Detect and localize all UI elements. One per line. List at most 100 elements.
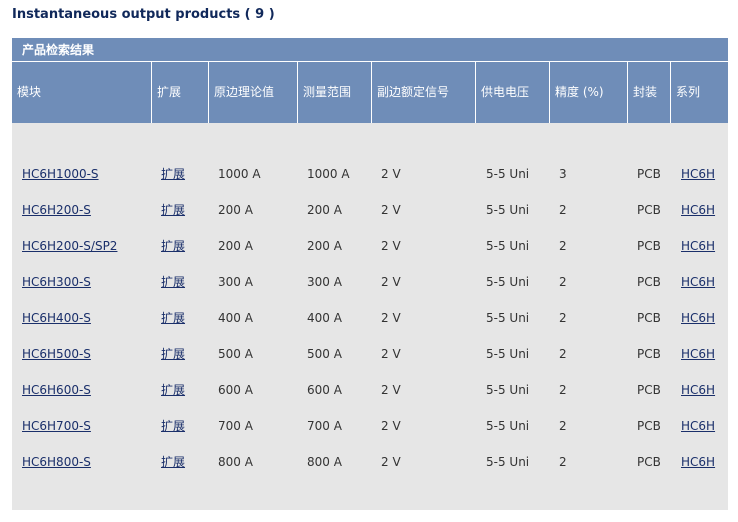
series-link[interactable]: HC6H — [681, 228, 715, 264]
supply-voltage-cell: 5-5 Uni — [486, 203, 530, 217]
supply-voltage-cell: 5-5 Uni — [486, 167, 530, 181]
measuring-range-cell: 800 A — [307, 455, 342, 469]
accuracy-cell: 2 — [559, 383, 567, 397]
package-cell: PCB — [637, 203, 661, 217]
page-title: Instantaneous output products ( 9 ) — [12, 7, 275, 22]
extension-link[interactable]: 扩展 — [161, 300, 185, 336]
package-cell: PCB — [637, 383, 661, 397]
accuracy-cell: 2 — [559, 203, 567, 217]
accuracy-cell: 2 — [559, 419, 567, 433]
table-row: HC6H300-S 扩展 300 A 300 A 2 V 5-5 Uni 2 PCB HC6H — [12, 264, 728, 300]
table-row: HC6H700-S 扩展 700 A 700 A 2 V 5-5 Uni 2 PCB HC6H — [12, 408, 728, 444]
column-header-extension: 扩展 — [151, 62, 208, 123]
primary-nominal-cell: 500 A — [218, 347, 253, 361]
output-signal-cell: 2 V — [381, 203, 401, 217]
measuring-range-cell: 200 A — [307, 239, 342, 253]
extension-link[interactable]: 扩展 — [161, 372, 185, 408]
output-signal-cell: 2 V — [381, 347, 401, 361]
supply-voltage-cell: 5-5 Uni — [486, 311, 530, 325]
extension-link[interactable]: 扩展 — [161, 228, 185, 264]
column-header-supply-voltage: 供电电压 — [475, 62, 549, 123]
extension-link[interactable]: 扩展 — [161, 264, 185, 300]
output-signal-cell: 2 V — [381, 311, 401, 325]
primary-nominal-cell: 600 A — [218, 383, 253, 397]
column-header-model: 模块 — [17, 85, 42, 99]
series-link[interactable]: HC6H — [681, 444, 715, 480]
package-cell: PCB — [637, 167, 661, 181]
model-link[interactable]: HC6H400-S — [22, 300, 91, 336]
accuracy-cell: 2 — [559, 347, 567, 361]
accuracy-cell: 2 — [559, 455, 567, 469]
primary-nominal-cell: 400 A — [218, 311, 253, 325]
results-panel: 产品检索结果 模块 扩展 原边理论值 测量范围 副边额定信号 供电电压 精度 (… — [12, 38, 728, 510]
model-link[interactable]: HC6H600-S — [22, 372, 91, 408]
package-cell: PCB — [637, 239, 661, 253]
output-signal-cell: 2 V — [381, 419, 401, 433]
series-link[interactable]: HC6H — [681, 336, 715, 372]
model-link[interactable]: HC6H700-S — [22, 408, 91, 444]
column-header-measuring-range: 测量范围 — [297, 62, 371, 123]
measuring-range-cell: 400 A — [307, 311, 342, 325]
series-link[interactable]: HC6H — [681, 192, 715, 228]
measuring-range-cell: 1000 A — [307, 167, 350, 181]
package-cell: PCB — [637, 347, 661, 361]
model-link[interactable]: HC6H200-S — [22, 192, 91, 228]
extension-link[interactable]: 扩展 — [161, 444, 185, 480]
table-row: HC6H500-S 扩展 500 A 500 A 2 V 5-5 Uni 2 PCB HC6H — [12, 336, 728, 372]
column-header-package: 封装 — [627, 62, 670, 123]
supply-voltage-cell: 5-5 Uni — [486, 383, 530, 397]
model-link[interactable]: HC6H500-S — [22, 336, 91, 372]
model-link[interactable]: HC6H1000-S — [22, 156, 99, 192]
table-row: HC6H800-S 扩展 800 A 800 A 2 V 5-5 Uni 2 PCB HC6H — [12, 444, 728, 480]
supply-voltage-cell: 5-5 Uni — [486, 419, 530, 433]
package-cell: PCB — [637, 455, 661, 469]
column-header-output-signal: 副边额定信号 — [371, 62, 475, 123]
measuring-range-cell: 500 A — [307, 347, 342, 361]
extension-link[interactable]: 扩展 — [161, 192, 185, 228]
supply-voltage-cell: 5-5 Uni — [486, 455, 530, 469]
extension-link[interactable]: 扩展 — [161, 336, 185, 372]
supply-voltage-cell: 5-5 Uni — [486, 275, 530, 289]
output-signal-cell: 2 V — [381, 455, 401, 469]
supply-voltage-cell: 5-5 Uni — [486, 239, 530, 253]
accuracy-cell: 2 — [559, 275, 567, 289]
table-row: HC6H200-S 扩展 200 A 200 A 2 V 5-5 Uni 2 PCB HC6H — [12, 192, 728, 228]
output-signal-cell: 2 V — [381, 383, 401, 397]
table-row: HC6H1000-S 扩展 1000 A 1000 A 2 V 5-5 Uni 3 PCB HC… — [12, 156, 728, 192]
measuring-range-cell: 300 A — [307, 275, 342, 289]
column-header-series: 系列 — [670, 62, 728, 123]
primary-nominal-cell: 200 A — [218, 203, 253, 217]
table-row: HC6H200-S/SP2 扩展 200 A 200 A 2 V 5-5 Uni 2 PCB H… — [12, 228, 728, 264]
primary-nominal-cell: 800 A — [218, 455, 253, 469]
panel-title: 产品检索结果 — [12, 38, 728, 62]
table-row: HC6H600-S 扩展 600 A 600 A 2 V 5-5 Uni 2 PCB HC6H — [12, 372, 728, 408]
series-link[interactable]: HC6H — [681, 264, 715, 300]
package-cell: PCB — [637, 275, 661, 289]
series-link[interactable]: HC6H — [681, 408, 715, 444]
package-cell: PCB — [637, 419, 661, 433]
primary-nominal-cell: 700 A — [218, 419, 253, 433]
column-header-primary-nominal: 原边理论值 — [208, 62, 297, 123]
primary-nominal-cell: 200 A — [218, 239, 253, 253]
output-signal-cell: 2 V — [381, 239, 401, 253]
accuracy-cell: 2 — [559, 311, 567, 325]
extension-link[interactable]: 扩展 — [161, 408, 185, 444]
primary-nominal-cell: 300 A — [218, 275, 253, 289]
accuracy-cell: 2 — [559, 239, 567, 253]
series-link[interactable]: HC6H — [681, 300, 715, 336]
primary-nominal-cell: 1000 A — [218, 167, 261, 181]
column-header-accuracy: 精度 (%) — [549, 62, 627, 123]
series-link[interactable]: HC6H — [681, 372, 715, 408]
series-link[interactable]: HC6H — [681, 156, 715, 192]
table-header: 模块 扩展 原边理论值 测量范围 副边额定信号 供电电压 精度 (%) 封装 系… — [12, 62, 728, 123]
output-signal-cell: 2 V — [381, 275, 401, 289]
measuring-range-cell: 200 A — [307, 203, 342, 217]
measuring-range-cell: 600 A — [307, 383, 342, 397]
model-link[interactable]: HC6H300-S — [22, 264, 91, 300]
extension-link[interactable]: 扩展 — [161, 156, 185, 192]
model-link[interactable]: HC6H800-S — [22, 444, 91, 480]
model-link[interactable]: HC6H200-S/SP2 — [22, 228, 117, 264]
supply-voltage-cell: 5-5 Uni — [486, 347, 530, 361]
output-signal-cell: 2 V — [381, 167, 401, 181]
package-cell: PCB — [637, 311, 661, 325]
